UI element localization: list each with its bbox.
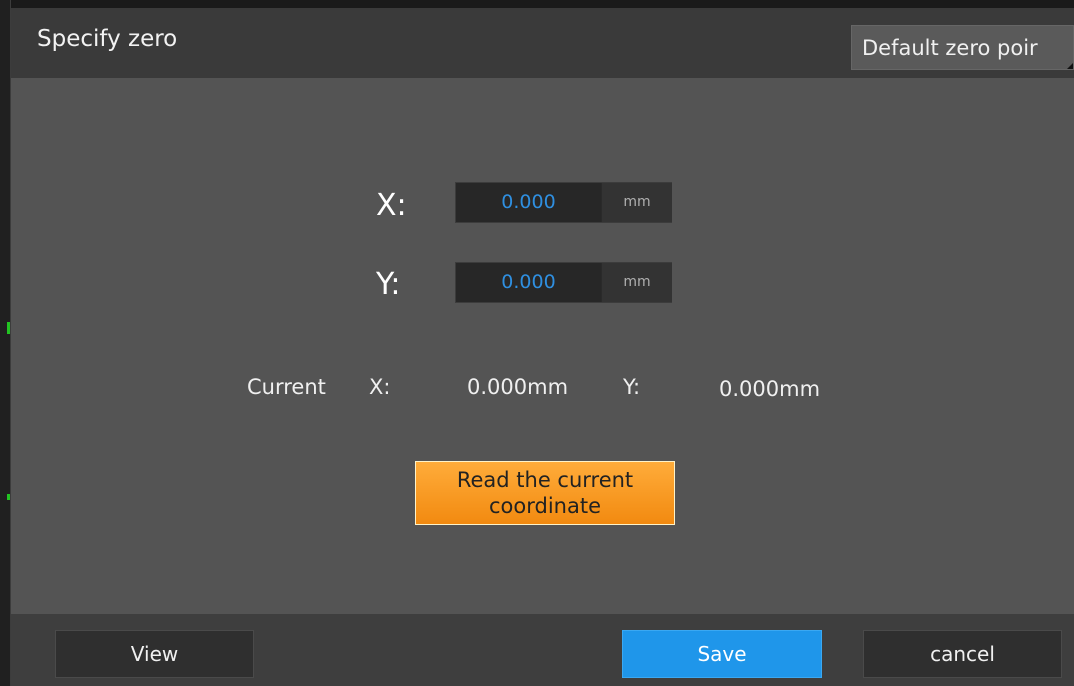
read-current-coordinate-button[interactable]: Read the current coordinate [415,461,675,525]
current-x-value: 0.000mm [467,375,569,399]
green-marker [7,322,10,334]
current-x-label: X: [369,375,391,399]
dropdown-corner-icon [1067,63,1073,69]
y-label: Y: [376,267,401,302]
green-marker [7,494,10,500]
default-zero-point-label: Default zero poir [862,36,1038,60]
dialog-header: Specify zero Default zero poir [11,8,1074,78]
save-button[interactable]: Save [622,630,822,678]
x-label: X: [376,188,407,223]
y-input[interactable]: 0.000 mm [455,262,672,303]
current-y-label: Y: [623,375,641,399]
background-left-strip [0,0,11,686]
read-button-line1: Read the current [456,468,634,492]
x-input[interactable]: 0.000 mm [455,182,672,223]
x-unit: mm [601,183,672,222]
dialog-title: Specify zero [37,26,178,52]
specify-zero-dialog: Specify zero Default zero poir X: 0.000 … [11,8,1074,686]
dialog-footer: View Save cancel [11,614,1074,686]
current-y-value: 0.000mm [719,377,821,401]
x-input-value[interactable]: 0.000 [456,183,601,222]
read-button-line2: coordinate [488,494,601,518]
default-zero-point-button[interactable]: Default zero poir [851,25,1074,70]
y-input-value[interactable]: 0.000 [456,263,601,302]
y-unit: mm [601,263,672,302]
view-button[interactable]: View [55,630,254,678]
current-label: Current [247,375,326,399]
cancel-button[interactable]: cancel [863,630,1062,678]
